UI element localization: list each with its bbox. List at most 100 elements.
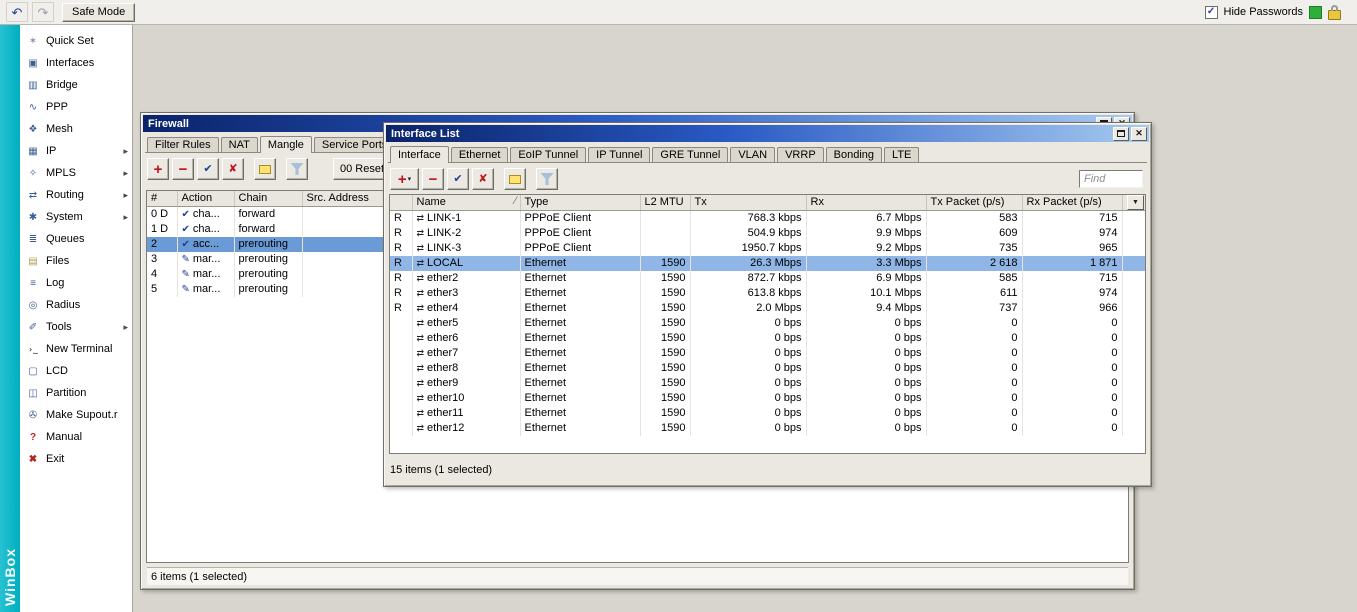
bridge-icon: ▥ (25, 77, 41, 93)
interface-row[interactable]: ⇄ether10 Ethernet 1590 0 bps 0 bps 0 0 (390, 391, 1145, 406)
interface-row[interactable]: R ⇄ether2 Ethernet 1590 872.7 kbps 6.9 M… (390, 271, 1145, 286)
column-header-flag[interactable] (390, 195, 412, 210)
interface-name: ⇄ether9 (412, 376, 520, 391)
remove-button[interactable]: − (422, 168, 444, 190)
column-header-[interactable]: # (147, 191, 177, 206)
sidebar-item-radius[interactable]: ◎ Radius ▸ (20, 294, 132, 316)
sidebar-item-files[interactable]: ▤ Files ▸ (20, 250, 132, 272)
sidebar-item-ip[interactable]: ▦ IP ▸ (20, 140, 132, 162)
add-icon: + (154, 162, 163, 177)
sidebar-item-tools[interactable]: ✐ Tools ▸ (20, 316, 132, 338)
interface-row[interactable]: R ⇄LINK-1 PPPoE Client 768.3 kbps 6.7 Mb… (390, 210, 1145, 226)
redo-button[interactable]: ↷ (32, 2, 54, 22)
tab-eoip-tunnel[interactable]: EoIP Tunnel (510, 147, 586, 162)
interface-row[interactable]: ⇄ether9 Ethernet 1590 0 bps 0 bps 0 0 (390, 376, 1145, 391)
enable-button[interactable]: ✔ (197, 158, 219, 180)
interface-row[interactable]: ⇄ether12 Ethernet 1590 0 bps 0 bps 0 0 (390, 421, 1145, 436)
safe-mode-button[interactable]: Safe Mode (62, 3, 135, 22)
column-select-button[interactable]: ▼ (1127, 195, 1144, 210)
remove-button[interactable]: − (172, 158, 194, 180)
sidebar-item-interfaces[interactable]: ▣ Interfaces ▸ (20, 52, 132, 74)
interface-table: NameTypeL2 MTUTxRxTx Packet (p/s)Rx Pack… (389, 194, 1146, 454)
column-header-name[interactable]: Name (412, 195, 520, 210)
interface-l2mtu: 1590 (640, 391, 690, 406)
column-header-rx-packet-p-s[interactable]: Rx Packet (p/s) (1022, 195, 1122, 210)
column-header-l2-mtu[interactable]: L2 MTU (640, 195, 690, 210)
sidebar-item-mesh[interactable]: ❖ Mesh ▸ (20, 118, 132, 140)
interface-row[interactable]: ⇄ether7 Ethernet 1590 0 bps 0 bps 0 0 (390, 346, 1145, 361)
interface-row[interactable]: R ⇄LINK-2 PPPoE Client 504.9 kbps 9.9 Mb… (390, 226, 1145, 241)
interface-list-toolbar: +▾−✔✘ (390, 168, 561, 190)
sidebar-item-bridge[interactable]: ▥ Bridge ▸ (20, 74, 132, 96)
comment-button[interactable] (504, 168, 526, 190)
column-header-tx[interactable]: Tx (690, 195, 806, 210)
tab-interface[interactable]: Interface (390, 146, 449, 163)
comment-icon (259, 165, 271, 174)
interface-flag: R (390, 286, 412, 301)
disable-button[interactable]: ✘ (472, 168, 494, 190)
interface-flag: R (390, 226, 412, 241)
hide-passwords-checkbox[interactable]: ✓ (1205, 6, 1218, 19)
sidebar-item-exit[interactable]: ✖ Exit ▸ (20, 448, 132, 470)
sidebar-item-new-terminal[interactable]: ›_ New Terminal ▸ (20, 338, 132, 360)
interface-name: ⇄ether2 (412, 271, 520, 286)
column-header-chain[interactable]: Chain (234, 191, 302, 206)
interface-row[interactable]: R ⇄LINK-3 PPPoE Client 1950.7 kbps 9.2 M… (390, 241, 1145, 256)
tab-vlan[interactable]: VLAN (730, 147, 775, 162)
tab-lte[interactable]: LTE (884, 147, 919, 162)
queues-icon: ≣ (25, 231, 41, 247)
disable-button[interactable]: ✘ (222, 158, 244, 180)
interface-tx-packet: 585 (926, 271, 1022, 286)
tab-mangle[interactable]: Mangle (260, 136, 312, 153)
tab-nat[interactable]: NAT (221, 137, 258, 152)
tab-vrrp[interactable]: VRRP (777, 147, 824, 162)
tab-ip-tunnel[interactable]: IP Tunnel (588, 147, 650, 162)
interface-row[interactable]: ⇄ether6 Ethernet 1590 0 bps 0 bps 0 0 (390, 331, 1145, 346)
sidebar-item-partition[interactable]: ◫ Partition ▸ (20, 382, 132, 404)
sidebar-item-make-supout-rif[interactable]: ✇ Make Supout.rif ▸ (20, 404, 132, 426)
sidebar-item-manual[interactable]: ? Manual ▸ (20, 426, 132, 448)
tab-filter-rules[interactable]: Filter Rules (147, 137, 219, 152)
enable-button[interactable]: ✔ (447, 168, 469, 190)
find-input[interactable] (1079, 170, 1143, 188)
sidebar-item-ppp[interactable]: ∿ PPP ▸ (20, 96, 132, 118)
close-button[interactable]: ✕ (1131, 127, 1147, 141)
column-header-action[interactable]: Action (177, 191, 234, 206)
interface-row[interactable]: R ⇄ether4 Ethernet 1590 2.0 Mbps 9.4 Mbp… (390, 301, 1145, 316)
sidebar-item-lcd[interactable]: ▢ LCD ▸ (20, 360, 132, 382)
comment-button[interactable] (254, 158, 276, 180)
interface-rx-packet: 0 (1022, 316, 1122, 331)
sidebar-item-label: Tools (46, 321, 118, 333)
interface-row[interactable]: ⇄ether8 Ethernet 1590 0 bps 0 bps 0 0 (390, 361, 1145, 376)
interface-row[interactable]: ⇄ether5 Ethernet 1590 0 bps 0 bps 0 0 (390, 316, 1145, 331)
filter-button[interactable] (286, 158, 308, 180)
undo-button[interactable]: ↶ (6, 2, 28, 22)
sidebar-item-mpls[interactable]: ✧ MPLS ▸ (20, 162, 132, 184)
sidebar-item-routing[interactable]: ⇄ Routing ▸ (20, 184, 132, 206)
interface-l2mtu: 1590 (640, 271, 690, 286)
tab-gre-tunnel[interactable]: GRE Tunnel (652, 147, 728, 162)
top-toolbar: ↶ ↷ Safe Mode ✓ Hide Passwords (0, 0, 1357, 25)
column-header-rx[interactable]: Rx (806, 195, 926, 210)
add-button[interactable]: + (147, 158, 169, 180)
interface-rx: 0 bps (806, 346, 926, 361)
tab-bonding[interactable]: Bonding (826, 147, 882, 162)
maximize-button[interactable] (1113, 127, 1129, 141)
interface-row[interactable]: R ⇄ether3 Ethernet 1590 613.8 kbps 10.1 … (390, 286, 1145, 301)
sidebar-item-system[interactable]: ✱ System ▸ (20, 206, 132, 228)
interface-row[interactable]: ⇄ether11 Ethernet 1590 0 bps 0 bps 0 0 (390, 406, 1145, 421)
sidebar-item-quick-set[interactable]: ✶ Quick Set ▸ (20, 30, 132, 52)
column-header-type[interactable]: Type (520, 195, 640, 210)
sidebar-item-log[interactable]: ≡ Log ▸ (20, 272, 132, 294)
rule-action: ✎mar... (177, 267, 234, 282)
add-dropdown-button[interactable]: +▾ (390, 168, 419, 190)
tab-ethernet[interactable]: Ethernet (451, 147, 509, 162)
interface-row[interactable]: R ⇄LOCAL Ethernet 1590 26.3 Mbps 3.3 Mbp… (390, 256, 1145, 271)
sidebar-item-queues[interactable]: ≣ Queues ▸ (20, 228, 132, 250)
interface-type: Ethernet (520, 391, 640, 406)
interface-list-titlebar[interactable]: Interface List ✕ (386, 125, 1149, 142)
sidebar-item-label: Partition (46, 387, 118, 399)
filter-button[interactable] (536, 168, 558, 190)
routing-icon: ⇄ (25, 187, 41, 203)
column-header-tx-packet-p-s[interactable]: Tx Packet (p/s) (926, 195, 1022, 210)
